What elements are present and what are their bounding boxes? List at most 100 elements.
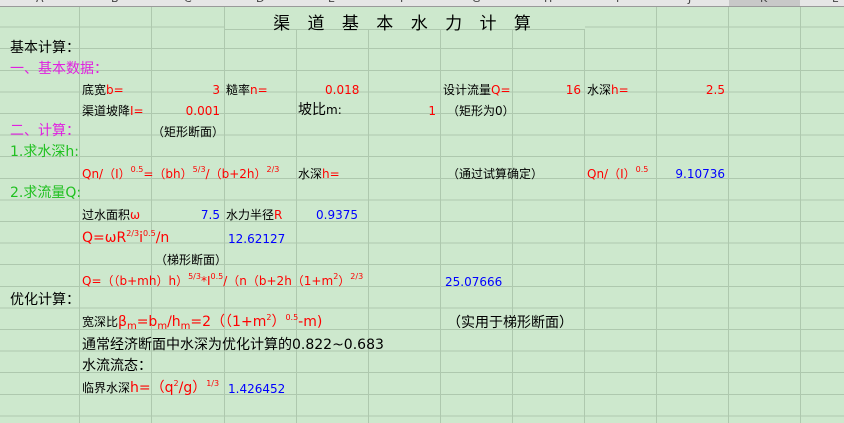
side-slope-value[interactable]: 1 [370, 103, 436, 119]
q-formula-a: Q=ωR [82, 230, 127, 246]
area-label: 过水面积 [82, 208, 131, 222]
title-cell[interactable]: 渠 道 基 本 水 力 计 算 [225, 7, 585, 34]
rough-row[interactable]: 糙率n= [226, 82, 268, 98]
q2-sup-4: 2/3 [350, 272, 364, 281]
side-slope-row[interactable]: 坡比m: [298, 102, 342, 118]
width-var: b= [106, 83, 124, 97]
q-formula-sup: 2/3 [126, 229, 140, 238]
depth-result-label[interactable]: 水深h= [298, 166, 340, 182]
critical-value[interactable]: 1.426452 [228, 381, 285, 397]
slope-label: 渠道坡降 [82, 104, 131, 118]
rect-section-note: （矩形断面） [152, 125, 225, 139]
critical-sup-2: 1/3 [206, 379, 220, 388]
rough-var: n= [250, 83, 268, 97]
rough-value[interactable]: 0.018 [325, 82, 359, 98]
column-letter-k[interactable]: K [760, 0, 767, 5]
q2-part-a: Q=（（b+mh）h） [82, 274, 189, 288]
slope-value[interactable]: 0.001 [152, 103, 220, 119]
column-letter-l[interactable]: L [832, 0, 838, 5]
critical-row[interactable]: 临界水深h=（q2/g）1/3 [82, 379, 220, 397]
formula1-right: Qn/（I）0.5 [587, 166, 648, 182]
critical-formula-b: /g） [178, 380, 207, 396]
column-letter-h[interactable]: H [544, 0, 552, 5]
radius-symbol: R [274, 208, 283, 222]
side-slope-colon: : [337, 103, 342, 117]
column-letter-d[interactable]: D [256, 0, 264, 5]
area-symbol: ω [130, 208, 141, 222]
flow-label: 设计流量 [443, 83, 492, 97]
q2-part-c: /（n（b+2h（1+m [223, 274, 334, 288]
ratio-row[interactable]: 宽深比βm=bm/hm=2（（1+m2）0.5-m) [82, 314, 322, 335]
column-letter-c[interactable]: C [184, 0, 192, 5]
section1-heading: 一、基本数据： [10, 61, 108, 77]
depth-label: 水深 [587, 83, 612, 97]
basic-calc-heading: 基本计算： [10, 40, 80, 56]
formula1-sup-3: 2/3 [266, 165, 280, 174]
section2-heading: 二、计算： [10, 123, 80, 139]
formula1-sup-2: 5/3 [192, 165, 206, 174]
column-letter-g[interactable]: G [472, 0, 481, 5]
q2-sup-2: 0.5 [210, 272, 224, 281]
q2-part-d: ） [338, 274, 351, 288]
side-slope-label: 坡比 [298, 102, 326, 118]
optimize-heading: 优化计算： [10, 292, 80, 308]
formula1-part-b: =（bh） [143, 167, 193, 181]
formula1-sup-1: 0.5 [130, 165, 144, 174]
flow-value[interactable]: 16 [513, 82, 581, 98]
width-label: 底宽 [82, 83, 107, 97]
slope-var: I= [130, 104, 144, 118]
trap-note: （梯形断面） [155, 253, 228, 267]
radius-value[interactable]: 0.9375 [316, 207, 358, 223]
formula1-part-a: Qn/（I） [82, 167, 131, 181]
step1-heading: 1.求水深h: [10, 144, 79, 160]
side-slope-var: m [326, 103, 338, 117]
trap-formula[interactable]: Q=（（b+mh）h）5/3*I0.5/（n（b+2h（1+m2）2/3 [82, 273, 363, 289]
q2-value[interactable]: 25.07666 [445, 274, 502, 290]
depth-var: h= [611, 83, 629, 97]
depth-row[interactable]: 水深h= [587, 82, 629, 98]
column-letter-a[interactable]: A [36, 0, 44, 5]
formula1-right-sup: 0.5 [635, 165, 649, 174]
critical-formula-a: h=（q [130, 380, 174, 396]
flow-var: Q= [491, 83, 511, 97]
ratio-beta: β [118, 314, 127, 330]
q2-sup-1: 5/3 [188, 272, 201, 281]
ratio-part-f: -m) [298, 314, 323, 330]
width-row[interactable]: 底宽b= [82, 82, 124, 98]
radius-label: 水力半径 [226, 208, 275, 222]
flow-state-label: 水流流态： [82, 358, 152, 374]
formula1-right-part: Qn/（I） [587, 167, 636, 181]
critical-label: 临界水深 [82, 381, 131, 395]
area-row[interactable]: 过水面积ω [82, 207, 140, 223]
formula1-value[interactable]: 9.10736 [657, 166, 725, 182]
trial-note: （通过试算确定） [447, 167, 544, 181]
sheet-title: 渠 道 基 本 水 力 计 算 [273, 14, 537, 34]
column-header-bar[interactable]: A B C D E F G H I J K L [0, 0, 844, 7]
ratio-note: （实用于梯形断面） [447, 315, 573, 331]
column-letter-j[interactable]: J [688, 0, 691, 5]
formula1-part-c: /（b+2h） [205, 167, 267, 181]
econ-note: 通常经济断面中水深为优化计算的0.822~0.683 [82, 337, 384, 353]
q-value[interactable]: 12.62127 [228, 231, 285, 247]
area-value[interactable]: 7.5 [152, 207, 220, 223]
ratio-sup-2: 0.5 [285, 313, 299, 322]
spreadsheet-grid[interactable]: A B C D E F G H I J K L 渠 道 基 本 水 力 计 算 基本计算： 一、基本数… [0, 0, 844, 423]
slope-row[interactable]: 渠道坡降I= [82, 103, 144, 119]
manning-formula[interactable]: Q=ωR2/3i0.5/n [82, 229, 170, 247]
ratio-part-e: ） [271, 314, 286, 330]
depth-value[interactable]: 2.5 [657, 82, 725, 98]
column-letter-e[interactable]: E [328, 0, 335, 5]
column-letter-i[interactable]: I [616, 0, 619, 5]
column-letter-f[interactable]: F [400, 0, 406, 5]
radius-row[interactable]: 水力半径R [226, 207, 282, 223]
q-formula-c: /n [155, 230, 170, 246]
flow-row[interactable]: 设计流量Q= [443, 82, 511, 98]
rect-zero-note: （矩形为0） [447, 104, 515, 118]
width-value[interactable]: 3 [152, 82, 220, 98]
ratio-label: 宽深比 [82, 315, 119, 329]
column-letter-b[interactable]: B [111, 0, 119, 5]
q2-part-b: *I [200, 274, 211, 288]
depth-formula[interactable]: Qn/（I）0.5=（bh）5/3/（b+2h）2/3 [82, 166, 279, 182]
q-formula-sup2: 0.5 [142, 229, 156, 238]
rough-label: 糙率 [226, 83, 251, 97]
